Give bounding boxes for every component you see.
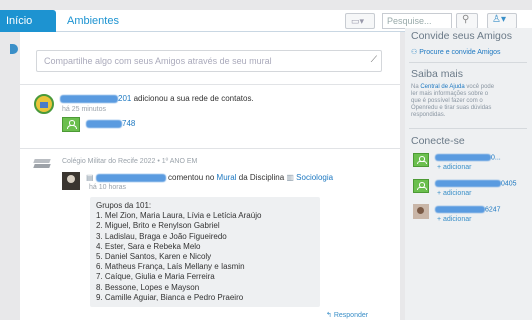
user-name-suffix[interactable]: 201 (118, 94, 131, 103)
post-line: Grupos da 101: (96, 201, 152, 210)
help-text: Na Central de Ajuda você pode ler mais i… (411, 84, 495, 119)
post-line: 3. Ladislau, Braga e João Figueiredo (96, 231, 227, 241)
contact-name-suffix[interactable]: 748 (122, 119, 135, 128)
activity-text: adicionou a sua rede de contatos. (133, 94, 254, 103)
feed-panel: Compartilhe algo com seus Amigos através… (20, 32, 400, 320)
discipline-link[interactable]: Sociologia (296, 173, 333, 182)
badge-icon (34, 94, 54, 114)
post-line: 5. Daniel Santos, Karen e Nicoly (96, 252, 212, 262)
sidebar: Convide seus Amigos ⚇ Procure e convide … (405, 28, 532, 320)
add-contact-button[interactable]: + adicionar (437, 216, 471, 223)
tab-ambientes[interactable]: Ambientes (67, 10, 119, 32)
books-icon (33, 157, 52, 171)
invite-title: Convide seus Amigos (411, 30, 512, 42)
reply-button[interactable]: ↰ Responder (326, 311, 368, 319)
post-line: 7. Caíque, Giulia e Maria Ferreira (96, 272, 215, 282)
user-photo-avatar[interactable] (62, 172, 80, 190)
divider (20, 148, 400, 149)
suggestion-name-suffix[interactable]: 6247 (485, 206, 501, 213)
post-line: 4. Ester, Sara e Rebeka Melo (96, 241, 201, 251)
suggestion-name-suffix[interactable]: 0405 (501, 180, 517, 187)
search-button[interactable]: ⚲ (456, 13, 478, 29)
suggestion-avatar[interactable] (413, 153, 429, 167)
post-line: 1. Mel Zion, Maria Laura, Lívia e Letíci… (96, 211, 262, 221)
divider (409, 62, 527, 63)
invite-link-label: Procure e convide Amigos (419, 49, 501, 56)
user-menu-button[interactable]: ♙▾ (487, 13, 517, 29)
suggestion-avatar[interactable] (413, 179, 429, 193)
post-content: Grupos da 101: 1. Mel Zion, Maria Laura,… (90, 197, 320, 307)
search-icon: ⚲ (462, 14, 470, 25)
divider (409, 128, 527, 129)
suggestion-name-redacted[interactable] (435, 154, 491, 161)
suggestion-name-redacted[interactable] (435, 180, 501, 187)
tab-inicio[interactable]: Início (0, 10, 56, 32)
post-line: 9. Camille Aguiar, Bianca e Pedro Praeir… (96, 292, 244, 302)
people-icon: ⚇ (411, 49, 418, 56)
network-icon: ▭▾ (351, 16, 365, 26)
timestamp: há 25 minutos (62, 106, 106, 113)
timestamp: há 10 horas (89, 184, 126, 191)
activity-text-2: da Disciplina (238, 173, 285, 182)
compose-placeholder: Compartilhe algo com seus Amigos através… (44, 56, 272, 66)
commenter-name-redacted[interactable] (95, 173, 166, 182)
reply-label: Responder (333, 312, 369, 319)
activity-text: comentou no (168, 173, 215, 182)
post-line: 2. Miguel, Brito e Renylson Gabriel (96, 221, 220, 231)
know-more-title: Saiba mais (411, 68, 463, 80)
group-label[interactable]: Colégio Militar do Recife 2022 • 1º ANO … (62, 158, 197, 165)
reply-icon: ↰ (326, 312, 332, 319)
compose-input[interactable]: Compartilhe algo com seus Amigos através… (36, 50, 382, 72)
network-dropdown-button[interactable]: ▭▾ (345, 13, 375, 29)
comment-icon: ▤ (86, 173, 94, 182)
mural-link[interactable]: Mural (217, 173, 237, 182)
side-handle[interactable] (10, 44, 18, 54)
post-line: 8. Bessone, Lopes e Mayson (96, 282, 200, 292)
help-center-link[interactable]: Central de Ajuda (420, 84, 464, 90)
search-input[interactable]: Pesquise... (382, 13, 452, 29)
connect-title: Conecte-se (411, 135, 465, 147)
suggestion-name-suffix[interactable]: 0... (491, 154, 501, 161)
suggestion-photo-avatar[interactable] (413, 204, 429, 219)
post-line: 6. Matheus França, Laís Mellany e Iasmin (96, 262, 245, 272)
add-contact-button[interactable]: + adicionar (437, 164, 471, 171)
contact-name-redacted[interactable] (86, 119, 122, 128)
add-contact-button[interactable]: + adicionar (437, 190, 471, 197)
user-name-redacted[interactable] (60, 94, 118, 103)
invite-link[interactable]: ⚇ Procure e convide Amigos (411, 48, 501, 56)
suggestion-name-redacted[interactable] (435, 206, 485, 213)
help-text-pre: Na (411, 84, 419, 90)
contact-avatar[interactable] (62, 117, 80, 132)
divider (20, 84, 400, 85)
user-icon: ♙▾ (492, 14, 506, 25)
discipline-icon: ▥ (286, 173, 294, 182)
resize-grip-icon[interactable]: ⟋ (371, 49, 377, 69)
